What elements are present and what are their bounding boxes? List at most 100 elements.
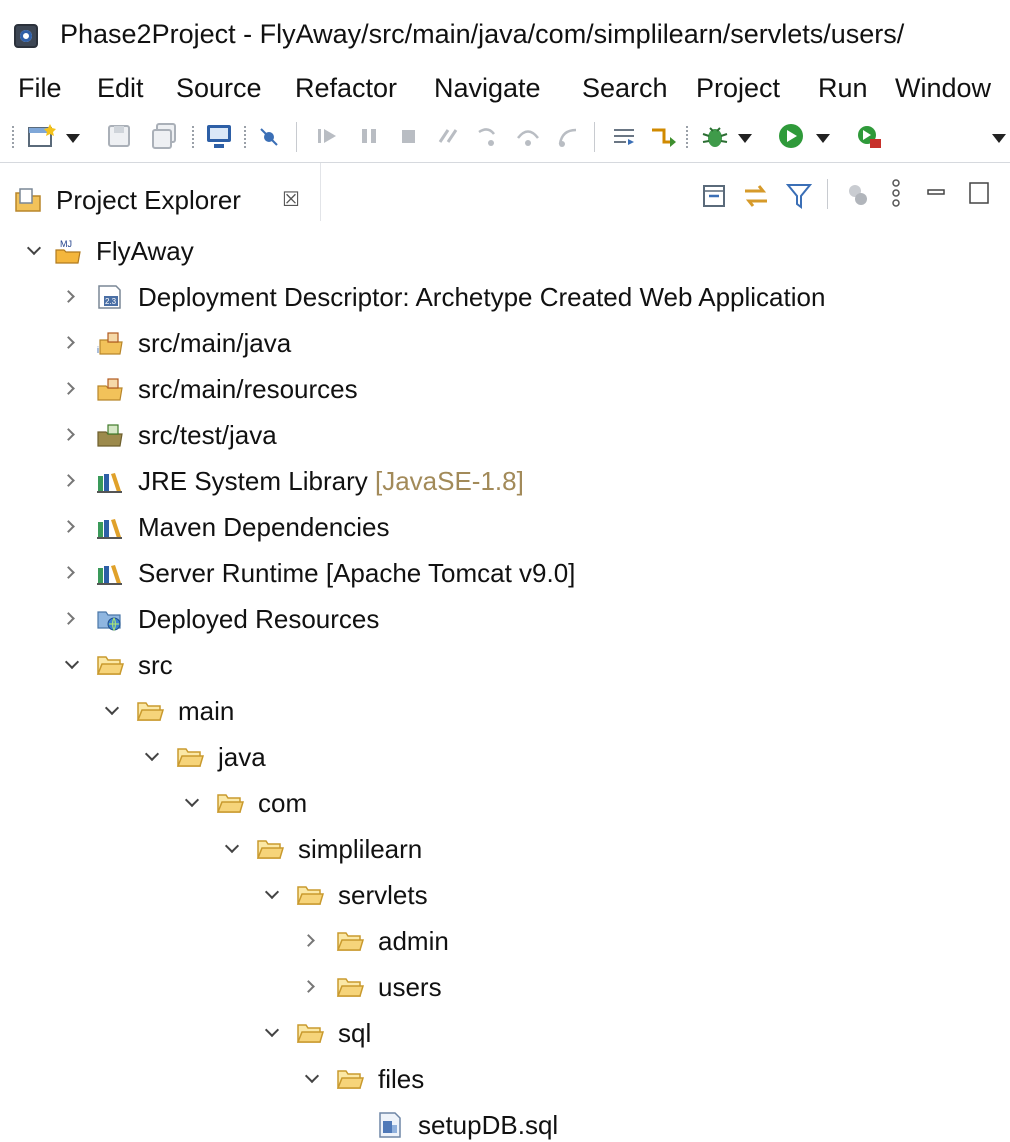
suspend-icon[interactable] (356, 122, 382, 150)
tree-item-server-runtime[interactable]: Server Runtime [Apache Tomcat v9.0] (0, 550, 1010, 596)
library-icon (97, 565, 122, 585)
tree-item-label: Deployed Resources (138, 604, 380, 634)
sql-file-icon (379, 1112, 401, 1138)
collapse-all-icon[interactable] (701, 183, 727, 209)
tree-item-label: servlets (338, 880, 428, 910)
tree-item-com[interactable]: com (0, 780, 1010, 826)
tree-item-jre-system-library[interactable]: JRE System Library [JavaSE-1.8] (0, 458, 1010, 504)
tree-item-flyaway[interactable]: MJ FlyAway (0, 228, 1010, 274)
tree-item-src-main-java[interactable]: i src/main/java (0, 320, 1010, 366)
tree-item-main[interactable]: main (0, 688, 1010, 734)
debug-icon[interactable] (700, 122, 730, 150)
use-step-filters-icon[interactable] (648, 122, 678, 150)
tree-item-admin[interactable]: admin (0, 918, 1010, 964)
menu-edit[interactable]: Edit (97, 64, 144, 112)
test-source-folder-icon (97, 424, 123, 447)
run-icon[interactable] (776, 122, 806, 150)
link-with-editor-icon[interactable] (741, 181, 771, 211)
step-into-icon[interactable] (474, 122, 502, 150)
menu-file[interactable]: File (18, 64, 62, 112)
tree-item-files[interactable]: files (0, 1056, 1010, 1102)
tree-item-label: files (378, 1064, 425, 1094)
tree-item-label: users (378, 972, 442, 1002)
chevron-down-icon[interactable] (262, 872, 282, 918)
tree-item-simplilearn[interactable]: simplilearn (0, 826, 1010, 872)
tree-item-users[interactable]: users (0, 964, 1010, 1010)
resume-icon[interactable] (314, 122, 342, 150)
tree-item-deployed-resources[interactable]: Deployed Resources (0, 596, 1010, 642)
chevron-right-icon[interactable] (62, 412, 82, 458)
folder-icon (136, 702, 164, 721)
menu-search[interactable]: Search (582, 64, 668, 112)
project-explorer-icon (15, 188, 41, 212)
maximize-icon[interactable] (967, 179, 989, 207)
external-tools-icon[interactable] (854, 122, 884, 150)
drop-to-frame-icon[interactable] (610, 122, 638, 150)
tree-item-servlets[interactable]: servlets (0, 872, 1010, 918)
tree-item-deployment-descriptor[interactable]: 2.3 Deployment Descriptor: Archetype Cre… (0, 274, 1010, 320)
chevron-down-icon[interactable] (262, 1010, 282, 1056)
chevron-down-icon[interactable] (24, 228, 44, 274)
step-return-icon[interactable] (554, 122, 582, 150)
deployed-resources-icon (97, 611, 121, 632)
chevron-right-icon[interactable] (302, 918, 322, 964)
chevron-right-icon[interactable] (302, 964, 322, 1010)
new-icon[interactable] (26, 122, 58, 150)
toolbar-separator (594, 122, 595, 152)
chevron-down-icon[interactable] (182, 780, 202, 826)
debug-dropdown-icon[interactable] (738, 134, 752, 143)
tree-item-src-test-java[interactable]: src/test/java (0, 412, 1010, 458)
minimize-icon[interactable] (925, 181, 947, 203)
step-over-icon[interactable] (514, 122, 542, 150)
terminate-icon[interactable] (396, 122, 422, 150)
tree-item-maven-dependencies[interactable]: Maven Dependencies (0, 504, 1010, 550)
chevron-down-icon[interactable] (302, 1056, 322, 1102)
chevron-right-icon[interactable] (62, 596, 82, 642)
chevron-right-icon[interactable] (62, 366, 82, 412)
chevron-right-icon[interactable] (62, 274, 82, 320)
tree-item-sql[interactable]: sql (0, 1010, 1010, 1056)
tree-item-setupdb-sql[interactable]: setupDB.sql (0, 1102, 1010, 1142)
chevron-down-icon[interactable] (62, 642, 82, 688)
chevron-right-icon[interactable] (62, 320, 82, 366)
tree-item-label: com (258, 788, 308, 818)
new-dropdown-icon[interactable] (66, 134, 80, 143)
view-menu-icon[interactable] (889, 177, 903, 211)
menu-window[interactable]: Window (895, 64, 991, 112)
tree-item-label: src/main/java (138, 328, 292, 358)
source-folder-icon (97, 378, 123, 401)
console-icon[interactable] (204, 122, 234, 150)
chevron-down-icon[interactable] (222, 826, 242, 872)
chevron-down-icon[interactable] (102, 688, 122, 734)
tree-item-label: main (178, 696, 235, 726)
save-all-icon[interactable] (150, 122, 178, 150)
menu-project[interactable]: Project (696, 64, 780, 112)
toolbar-separator (296, 122, 297, 152)
menu-refactor[interactable]: Refactor (295, 64, 397, 112)
chevron-right-icon[interactable] (62, 550, 82, 596)
external-tools-dropdown-icon[interactable] (992, 134, 1006, 143)
tree-item-src-main-resources[interactable]: src/main/resources (0, 366, 1010, 412)
chevron-down-icon[interactable] (142, 734, 162, 780)
view-toolbar (320, 163, 1010, 221)
tree-item-label: src/main/resources (138, 374, 358, 404)
disconnect-icon[interactable] (434, 122, 462, 150)
close-icon[interactable]: ☒ (282, 185, 300, 215)
focus-on-active-task-icon[interactable] (845, 181, 871, 209)
folder-icon (296, 1024, 324, 1043)
chevron-right-icon[interactable] (62, 458, 82, 504)
tree-item-src[interactable]: src (0, 642, 1010, 688)
toolbar-grip (686, 126, 688, 148)
menu-navigate[interactable]: Navigate (434, 64, 541, 112)
save-icon[interactable] (106, 122, 132, 150)
menu-run[interactable]: Run (818, 64, 868, 112)
skip-breakpoints-icon[interactable] (256, 122, 282, 150)
tab-project-explorer[interactable]: Project Explorer ☒ (0, 163, 320, 221)
filter-icon[interactable] (785, 181, 813, 211)
run-dropdown-icon[interactable] (816, 134, 830, 143)
folder-icon (336, 1070, 364, 1089)
chevron-right-icon[interactable] (62, 504, 82, 550)
main-toolbar (0, 112, 1010, 162)
menu-source[interactable]: Source (176, 64, 262, 112)
tree-item-java[interactable]: java (0, 734, 1010, 780)
